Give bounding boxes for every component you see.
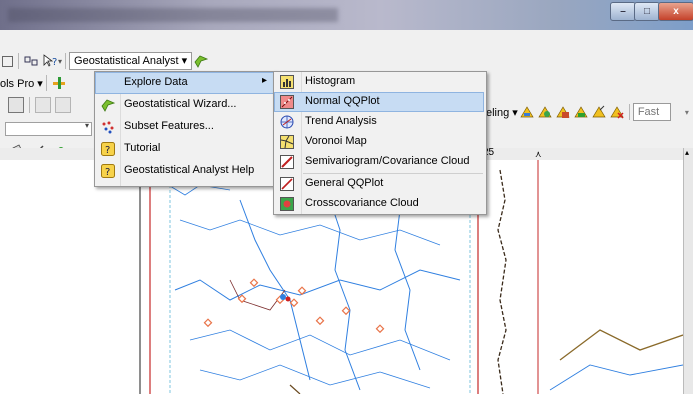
- maximize-button[interactable]: □: [634, 2, 660, 21]
- toolbar-row-labeling: eling ▾ Fast ▾: [486, 101, 691, 123]
- menu-item-normal-qqplot[interactable]: Normal QQPlot: [274, 92, 484, 112]
- general-qqplot-icon: [280, 177, 294, 191]
- minimize-button[interactable]: –: [610, 2, 636, 21]
- window-icon[interactable]: [2, 55, 13, 67]
- lock-labels-icon[interactable]: [556, 105, 570, 119]
- tools-pro-dropdown[interactable]: ols Pro ▾: [0, 77, 43, 90]
- separator: [45, 75, 47, 91]
- menu-item-histogram[interactable]: Histogram: [274, 72, 484, 92]
- separator: [18, 53, 19, 69]
- svg-text:?: ?: [105, 145, 110, 156]
- menu-item-label: Geostatistical Wizard...: [124, 98, 237, 110]
- menu-item-subset-features[interactable]: Subset Features...: [95, 116, 275, 138]
- label-manager-icon[interactable]: [520, 105, 534, 119]
- fast-dropdown[interactable]: Fast: [632, 103, 671, 121]
- menu-item-label: Crosscovariance Cloud: [305, 197, 419, 209]
- submenu-arrow-icon: ▸: [261, 75, 267, 86]
- previous-extent-icon[interactable]: [35, 97, 51, 113]
- help-icon: ?: [101, 142, 115, 156]
- separator: [65, 53, 67, 69]
- menu-item-label: Explore Data: [124, 76, 188, 88]
- view-unplaced-icon[interactable]: [592, 105, 606, 119]
- toolbar-row-geostat: ? ▾ Geostatistical Analyst ▾: [0, 50, 300, 72]
- overflow-icon[interactable]: ▾: [58, 57, 62, 66]
- menu-item-tutorial[interactable]: ? Tutorial: [95, 138, 275, 160]
- menu-item-label: Tutorial: [124, 142, 161, 154]
- labeling-dropdown[interactable]: eling ▾: [486, 106, 518, 119]
- unplaced-labels-icon[interactable]: [538, 105, 552, 119]
- menu-item-label: Subset Features...: [124, 120, 214, 132]
- menu-item-label: Trend Analysis: [305, 115, 377, 127]
- full-extent-icon[interactable]: [8, 97, 24, 113]
- menu-item-label: Histogram: [305, 75, 356, 87]
- geostat-wizard-icon[interactable]: [194, 54, 209, 68]
- geostatistical-menu: Explore Data ▸ Geostatistical Wizard... …: [94, 71, 276, 187]
- crosscovariance-icon: [280, 197, 294, 211]
- menu-item-geostatistical-analyst-help[interactable]: ? Geostatistical Analyst Help: [95, 160, 275, 182]
- histogram-icon: [280, 75, 294, 89]
- subset-features-icon: [101, 120, 115, 134]
- menu-item-trend-analysis[interactable]: Trend Analysis: [274, 112, 484, 132]
- add-data-icon[interactable]: [52, 76, 66, 90]
- menu-item-label: Semivariogram/Covariance Cloud: [305, 155, 470, 167]
- svg-text:?: ?: [105, 167, 110, 178]
- geostat-wizard-icon: [101, 98, 116, 112]
- menu-item-label: Voronoi Map: [305, 135, 367, 147]
- whats-this-icon[interactable]: ?: [42, 54, 57, 68]
- help-icon: ?: [101, 164, 115, 178]
- chevron-down-icon[interactable]: ▾: [685, 108, 689, 117]
- normal-qqplot-icon: [280, 95, 294, 109]
- menu-item-geostatistical-wizard[interactable]: Geostatistical Wizard...: [95, 94, 275, 116]
- menu-item-crosscovariance-cloud[interactable]: Crosscovariance Cloud: [274, 194, 484, 214]
- menu-item-label: General QQPlot: [305, 177, 384, 189]
- next-extent-icon[interactable]: [55, 97, 71, 113]
- menu-item-general-qqplot[interactable]: General QQPlot: [274, 174, 484, 194]
- menu-item-label: Geostatistical Analyst Help: [124, 164, 255, 176]
- explore-data-submenu: Histogram Normal QQPlot Trend Analysis V…: [273, 71, 487, 215]
- menu-item-label: Normal QQPlot: [305, 95, 380, 107]
- hyperlink-icon[interactable]: [24, 54, 38, 68]
- label-priority-icon[interactable]: [610, 105, 624, 119]
- pause-labeling-icon[interactable]: [574, 105, 588, 119]
- close-button[interactable]: x: [658, 2, 693, 21]
- ruler-marker: ⋏: [535, 149, 542, 159]
- trend-analysis-icon: [280, 115, 294, 129]
- menu-item-voronoi-map[interactable]: Voronoi Map: [274, 132, 484, 152]
- separator: [628, 104, 630, 120]
- layer-combo[interactable]: ▾: [5, 121, 92, 136]
- svg-text:?: ?: [52, 57, 57, 68]
- chevron-down-icon: ▾: [84, 121, 89, 130]
- map-vertical-scrollbar[interactable]: ▴: [683, 148, 693, 394]
- menu-item-semivariogram-covariance-cloud[interactable]: Semivariogram/Covariance Cloud: [274, 152, 484, 172]
- window-title-blurred: [8, 8, 338, 22]
- semivariogram-icon: [280, 155, 294, 169]
- toolbar-row-zoom: [6, 94, 96, 116]
- voronoi-map-icon: [280, 135, 294, 149]
- geostatistical-analyst-dropdown[interactable]: Geostatistical Analyst ▾: [69, 52, 193, 70]
- scroll-up-arrow-icon[interactable]: ▴: [685, 148, 689, 157]
- separator: [29, 97, 30, 113]
- window-title-bar: – □ x: [0, 0, 693, 30]
- menu-item-explore-data[interactable]: Explore Data ▸: [95, 72, 275, 94]
